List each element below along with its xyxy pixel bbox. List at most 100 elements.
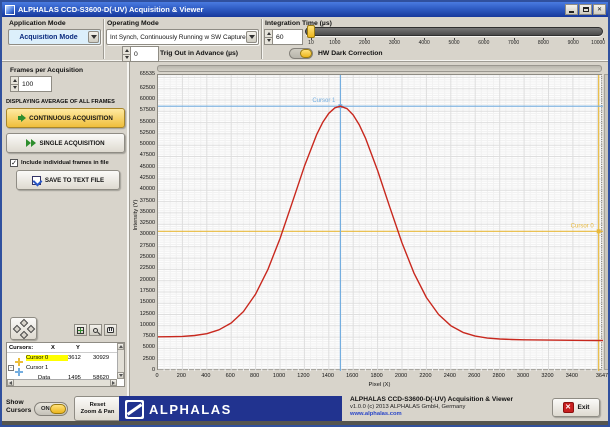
save-file-icon xyxy=(32,176,41,185)
slider-thumb[interactable] xyxy=(307,25,315,38)
operating-mode-label: Operating Mode xyxy=(107,20,159,27)
integration-time-slider[interactable]: 1010002000300040005000600070008000900010… xyxy=(305,25,603,51)
operating-mode-value: Int Synch, Continuously Running w SW Cap… xyxy=(107,34,246,41)
alphalas-brand: ALPHALAS xyxy=(149,402,232,417)
reset-zoom-pan-button[interactable]: Reset Zoom & Pan xyxy=(74,396,121,421)
frames-per-acquisition-spinner[interactable]: 100 xyxy=(10,76,52,92)
divider xyxy=(261,19,263,59)
continuous-acquisition-label: CONTINUOUS ACQUISITION xyxy=(29,115,113,122)
app-info-title: ALPHALAS CCD-S3600-D(-UV) Acquisition & … xyxy=(350,396,513,403)
integration-time-spinner[interactable]: 60 xyxy=(264,29,303,45)
single-acquisition-button[interactable]: SINGLE ACQUISITION xyxy=(6,133,125,153)
continuous-acquisition-button[interactable]: CONTINUOUS ACQUISITION xyxy=(6,108,125,128)
x-axis-title: Pixel (X) xyxy=(157,382,602,388)
scroll-left-icon[interactable] xyxy=(7,379,14,386)
svg-text:Cursor 0: Cursor 0 xyxy=(571,223,595,229)
reset-button-label: Zoom & Pan xyxy=(81,409,115,416)
alphalas-logo: ALPHALAS xyxy=(119,396,342,423)
include-frames-label: Include individual frames in file xyxy=(21,160,109,166)
app-info: ALPHALAS CCD-S3600-D(-UV) Acquisition & … xyxy=(350,396,513,417)
trig-out-value[interactable]: 0 xyxy=(131,46,159,62)
cursor-table-row[interactable]: -Cursor 1 xyxy=(7,363,124,373)
window-title: ALPHALAS CCD-S3600-D(-UV) Acquisition & … xyxy=(18,5,564,14)
displaying-note: DISPLAYING AVERAGE OF ALL FRAMES xyxy=(6,99,115,105)
cursor-move-pad-button[interactable] xyxy=(10,317,37,340)
slider-tick-labels: 1010002000300040005000600070008000900010… xyxy=(305,40,603,50)
crosshair-icon xyxy=(77,327,84,334)
y-header: Y xyxy=(76,345,103,351)
top-control-panel: Application Mode Acquisition Mode Operat… xyxy=(2,17,608,62)
exit-label: Exit xyxy=(578,404,590,411)
cursor-legend-table[interactable]: Cursors: X Y Cursor 0361230929-Cursor 1D… xyxy=(6,342,125,387)
slider-track[interactable] xyxy=(305,27,603,36)
green-double-arrow-icon xyxy=(26,139,36,147)
application-mode-value: Acquisition Mode xyxy=(9,34,88,41)
spectrum-plot: Cursor 0 Cursor 1 xyxy=(158,75,603,371)
x-header: X xyxy=(51,345,76,351)
spinner-arrows-icon[interactable] xyxy=(10,76,19,92)
pan-tool-button[interactable] xyxy=(104,324,117,336)
app-window: ALPHALAS CCD-S3600-D(-UV) Acquisition & … xyxy=(0,0,610,427)
frames-per-acquisition-value[interactable]: 100 xyxy=(19,76,52,92)
hand-icon xyxy=(107,327,114,333)
spinner-arrows-icon[interactable] xyxy=(122,46,131,62)
plot-area[interactable]: Cursor 0 Cursor 1 xyxy=(157,74,602,370)
include-frames-checkbox-row[interactable]: ✓ Include individual frames in file xyxy=(10,159,109,167)
title-bar[interactable]: ALPHALAS CCD-S3600-D(-UV) Acquisition & … xyxy=(2,2,608,17)
maximize-button[interactable] xyxy=(579,4,592,15)
zoom-tool-button[interactable] xyxy=(89,324,102,336)
minimize-button[interactable] xyxy=(565,4,578,15)
diamond-icon xyxy=(13,325,21,333)
application-mode-select[interactable]: Acquisition Mode xyxy=(8,29,101,45)
scroll-up-icon[interactable] xyxy=(117,343,124,350)
toggle-state-label: ON xyxy=(41,406,50,412)
cursors-header: Cursors: xyxy=(9,345,51,351)
table-horizontal-scrollbar[interactable] xyxy=(7,379,117,386)
app-info-version: v1.0.0 (c) 2013 ALPHALAS GmbH, Germany xyxy=(350,404,513,410)
save-to-text-file-label: SAVE TO TEXT FILE xyxy=(45,177,104,184)
divider xyxy=(103,19,105,59)
toggle-knob xyxy=(50,404,66,414)
scroll-down-icon[interactable] xyxy=(117,372,124,379)
cursor-tool-button[interactable] xyxy=(74,324,87,336)
toggle-knob xyxy=(300,49,312,58)
left-panel: Frames per Acquisition 100 DISPLAYING AV… xyxy=(2,62,130,421)
spinner-arrows-icon[interactable] xyxy=(264,29,273,45)
website-link[interactable]: www.alphalas.com xyxy=(350,411,513,417)
reset-button-label: Reset xyxy=(90,402,106,409)
maximize-icon xyxy=(583,7,589,12)
diamond-icon xyxy=(20,319,28,327)
chevron-down-icon[interactable] xyxy=(246,31,257,43)
graph-vertical-scrollbar[interactable] xyxy=(604,74,610,370)
svg-text:Cursor 1: Cursor 1 xyxy=(312,98,336,104)
hw-dark-correction-label: HW Dark Correction xyxy=(318,50,383,57)
trig-out-spinner[interactable]: 0 xyxy=(122,46,159,62)
hw-dark-correction-toggle[interactable] xyxy=(289,48,313,59)
save-to-text-file-button[interactable]: SAVE TO TEXT FILE xyxy=(16,170,120,190)
window-bottom-edge xyxy=(2,421,608,425)
diamond-icon xyxy=(27,325,35,333)
close-icon: ✕ xyxy=(597,7,602,13)
operating-mode-select[interactable]: Int Synch, Continuously Running w SW Cap… xyxy=(106,29,259,45)
chart-panel: Intensity (Y) 02500500075001000012500150… xyxy=(130,62,608,394)
diamond-icon xyxy=(20,331,28,339)
checkbox-icon[interactable]: ✓ xyxy=(10,159,18,167)
cursor-table-row[interactable]: Cursor 0361230929 xyxy=(7,353,124,363)
show-cursors-toggle[interactable]: ON xyxy=(34,402,68,416)
show-cursors-label: Show Cursors xyxy=(6,399,31,414)
exit-button[interactable]: ✕ Exit xyxy=(552,398,600,417)
graph-horizontal-scrollbar[interactable] xyxy=(157,65,602,72)
alphalas-logo-icon xyxy=(125,400,144,419)
chevron-down-icon[interactable] xyxy=(88,31,99,43)
cursor-table-header: Cursors: X Y xyxy=(7,343,124,353)
application-mode-label: Application Mode xyxy=(9,20,66,27)
integration-time-value[interactable]: 60 xyxy=(273,29,303,45)
graph-palette xyxy=(72,324,117,336)
trig-out-label: Trig Out in Advance (µs) xyxy=(160,50,238,57)
single-acquisition-label: SINGLE ACQUISITION xyxy=(39,140,104,147)
app-icon xyxy=(5,5,15,15)
scroll-right-icon[interactable] xyxy=(110,379,117,386)
exit-x-icon: ✕ xyxy=(563,402,574,413)
table-vertical-scrollbar[interactable] xyxy=(117,343,124,379)
close-button[interactable]: ✕ xyxy=(593,4,606,15)
